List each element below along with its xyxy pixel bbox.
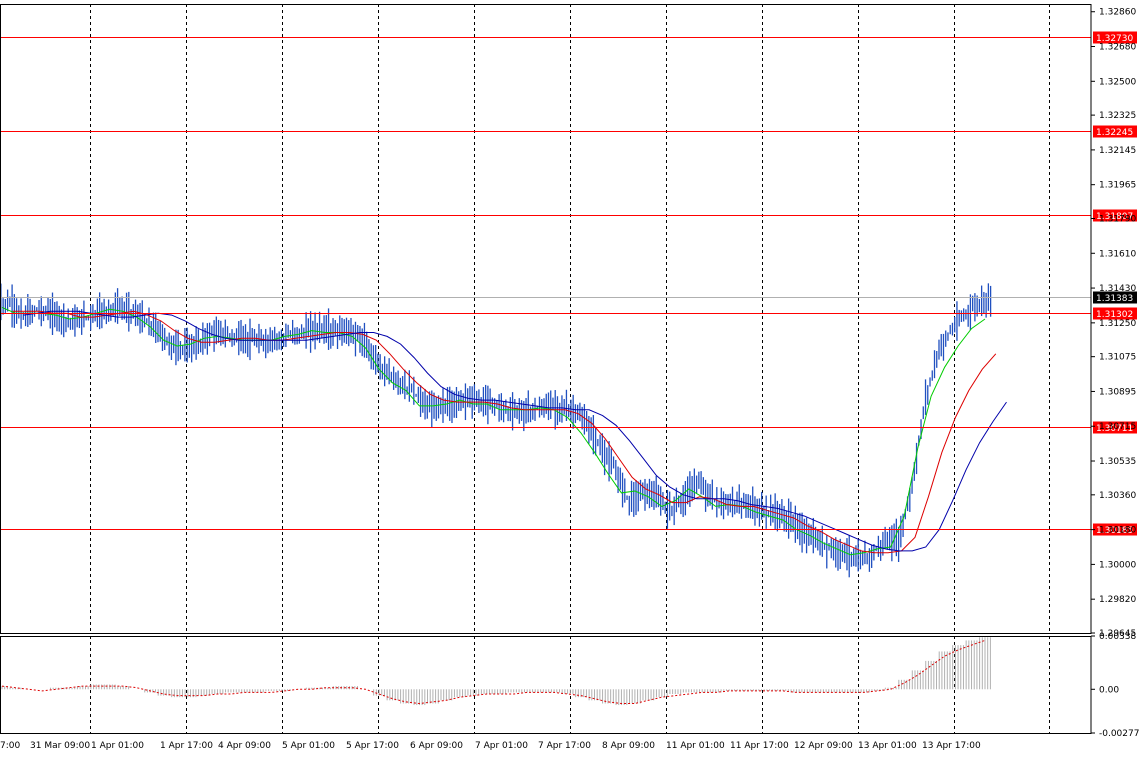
price-tick-label: 1.30000 — [1099, 560, 1136, 570]
current-price-label: 1.31383 — [1096, 294, 1133, 304]
oscillator-tick-label: -0.002773 — [1099, 729, 1140, 739]
time-axis-label: 6 Apr 09:00 — [410, 741, 463, 751]
price-tick-label: 1.32500 — [1099, 77, 1136, 87]
oscillator-tick-label: 0.00338 — [1099, 632, 1136, 642]
price-tick-label: 1.30535 — [1099, 457, 1136, 467]
price-tick-label: 1.30895 — [1099, 387, 1136, 397]
price-tick-label: 1.31610 — [1099, 249, 1136, 259]
time-axis-label: 11 Apr 01:00 — [666, 741, 725, 751]
time-axis-label: 1 Apr 17:00 — [160, 741, 213, 751]
price-tick-label: 1.31075 — [1099, 353, 1136, 363]
price-tick-label: 1.32860 — [1099, 8, 1136, 18]
time-axis-label: 5 Apr 01:00 — [282, 741, 335, 751]
price-tick-label: 1.32145 — [1099, 146, 1136, 156]
oscillator-tick-label: 0.00 — [1099, 685, 1119, 695]
price-tick-label: 1.32325 — [1099, 111, 1136, 121]
chart-window: 1.32730 1.32245 1.31807 1.31302 1.30711 1.301… — [0, 0, 1140, 757]
price-tick-label: 1.31430 — [1099, 284, 1136, 294]
time-axis-label: 12 Apr 09:00 — [794, 741, 853, 751]
time-axis-label: 4 Apr 09:00 — [218, 741, 271, 751]
time-axis-label: 8 Apr 09:00 — [602, 741, 655, 751]
price-tick-label: 1.32680 — [1099, 43, 1136, 53]
level-price-label: 1.32245 — [1096, 128, 1133, 138]
time-axis-label: 13 Apr 17:00 — [922, 741, 981, 751]
price-tick-label: 1.31250 — [1099, 319, 1136, 329]
price-tick-label: 1.31965 — [1099, 181, 1136, 191]
time-axis-label: 7 Apr 01:00 — [475, 741, 528, 751]
time-axis-label: 1 Apr 01:00 — [91, 741, 144, 751]
time-axis-label: 13 Apr 01:00 — [858, 741, 917, 751]
price-chart: 1.327301.322451.318071.313021.307111.301… — [0, 0, 1140, 757]
time-axis-label: 7 Apr 17:00 — [538, 741, 591, 751]
price-tick-label: 1.29820 — [1099, 595, 1136, 605]
time-axis-label: 5 Apr 17:00 — [346, 741, 399, 751]
price-tick-label: 1.30715 — [1099, 422, 1136, 432]
time-axis-label: 7:00 — [0, 741, 20, 751]
price-tick-label: 1.30180 — [1099, 526, 1136, 536]
price-tick-label: 1.31790 — [1099, 214, 1136, 224]
time-axis-label: 11 Apr 17:00 — [730, 741, 789, 751]
price-tick-label: 1.30360 — [1099, 491, 1136, 501]
time-axis-label: 31 Mar 09:00 — [30, 741, 90, 751]
